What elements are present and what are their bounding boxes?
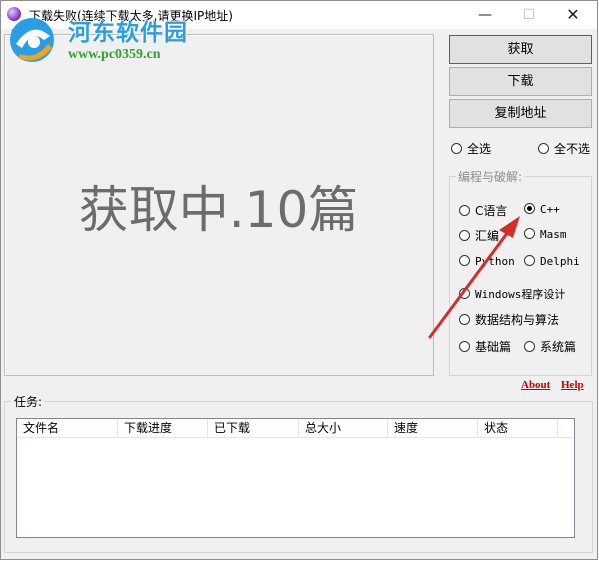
category-radio-python[interactable]: Python xyxy=(459,254,515,268)
category-radio-basic[interactable]: 基础篇 xyxy=(459,338,511,355)
radio-circle xyxy=(459,205,470,216)
task-list[interactable]: 文件名 下载进度 已下载 总大小 速度 状态 xyxy=(16,418,575,538)
task-list-header: 文件名 下载进度 已下载 总大小 速度 状态 xyxy=(17,419,574,438)
radio-circle xyxy=(459,314,470,325)
column-header-speed[interactable]: 速度 xyxy=(388,419,478,437)
radio-circle xyxy=(459,288,470,299)
radio-circle xyxy=(459,255,470,266)
title-bar: 下载失败(连续下载太多,请更换IP地址) — ☐ ✕ xyxy=(1,1,597,29)
radio-circle xyxy=(459,341,470,352)
window-title: 下载失败(连续下载太多,请更换IP地址) xyxy=(29,9,233,23)
radio-circle xyxy=(538,143,549,154)
column-header-filename[interactable]: 文件名 xyxy=(17,419,118,437)
directory-label: 目录 xyxy=(10,28,35,42)
minimize-button[interactable]: — xyxy=(463,1,507,29)
radio-circle xyxy=(524,341,535,352)
radio-circle xyxy=(524,228,535,239)
column-header-downloaded[interactable]: 已下载 xyxy=(208,419,299,437)
radio-circle xyxy=(459,230,470,241)
category-radio-delphi[interactable]: Delphi xyxy=(524,254,580,268)
task-group-title: 任务: xyxy=(11,393,46,410)
category-radio-datastruct[interactable]: 数据结构与算法 xyxy=(459,311,559,328)
category-radio-system[interactable]: 系统篇 xyxy=(524,338,576,355)
column-header-status[interactable]: 状态 xyxy=(478,419,558,437)
category-radio-c[interactable]: C语言 xyxy=(459,202,507,219)
close-button[interactable]: ✕ xyxy=(551,1,595,29)
maximize-button[interactable]: ☐ xyxy=(507,1,551,29)
category-radio-masm[interactable]: Masm xyxy=(524,227,567,241)
radio-circle xyxy=(451,143,462,154)
loading-status: 获取中.10篇 xyxy=(78,181,359,239)
radio-circle xyxy=(524,255,535,266)
radio-circle xyxy=(524,203,535,214)
category-radio-windows[interactable]: Windows程序设计 xyxy=(459,286,565,302)
category-radio-cpp[interactable]: C++ xyxy=(524,202,560,216)
help-link[interactable]: Help xyxy=(561,379,584,391)
download-button[interactable]: 下载 xyxy=(449,67,592,96)
fetch-button[interactable]: 获取 xyxy=(449,35,592,64)
app-icon xyxy=(7,7,21,21)
column-header-total-size[interactable]: 总大小 xyxy=(299,419,388,437)
column-header-progress[interactable]: 下载进度 xyxy=(118,419,208,437)
select-none-radio[interactable]: 全不选 xyxy=(538,140,590,157)
copy-address-button[interactable]: 复制地址 xyxy=(449,99,592,128)
about-link[interactable]: About xyxy=(521,379,550,391)
category-group-title: 编程与破解: xyxy=(456,168,525,185)
select-all-radio[interactable]: 全选 xyxy=(451,140,491,157)
category-radio-asm[interactable]: 汇编 xyxy=(459,227,499,244)
